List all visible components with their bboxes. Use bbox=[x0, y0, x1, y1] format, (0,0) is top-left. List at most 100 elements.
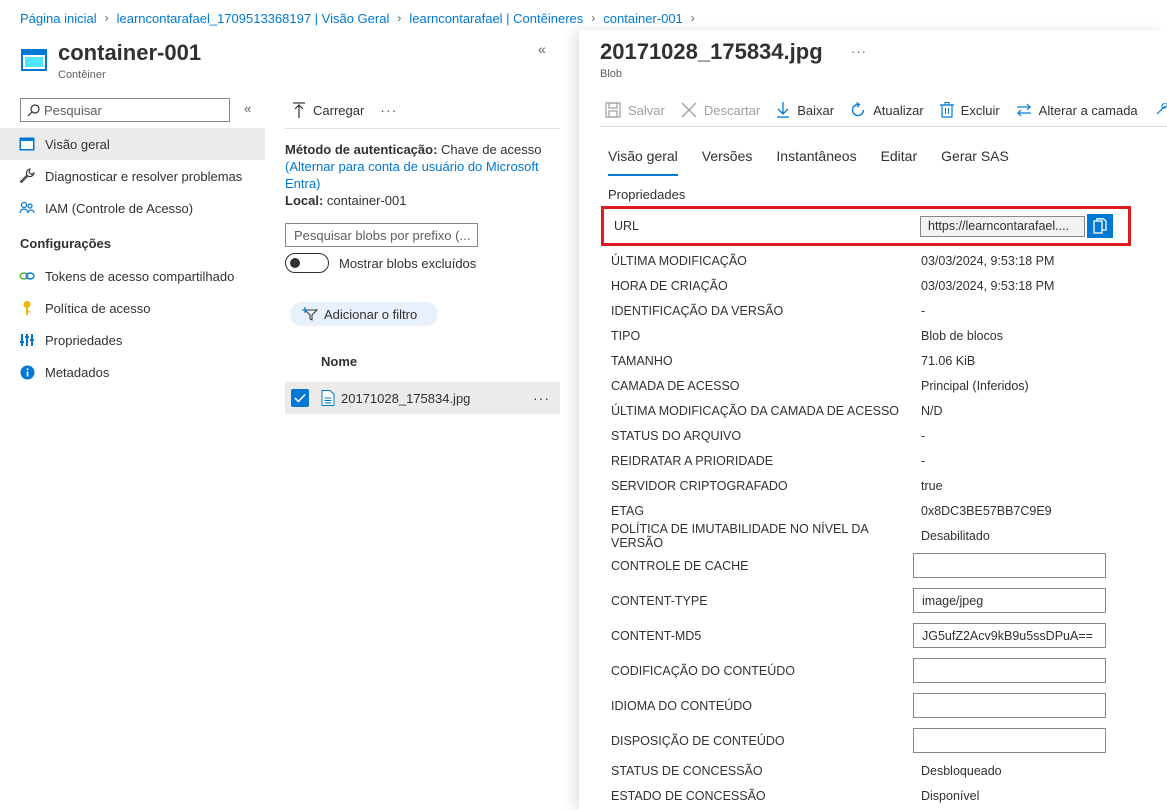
download-button[interactable]: Baixar bbox=[776, 102, 834, 118]
collapse-panel-icon[interactable]: « bbox=[538, 41, 546, 57]
property-row: CONTENT-TYPE bbox=[608, 583, 1131, 618]
blob-search-box[interactable] bbox=[285, 223, 478, 247]
property-row: CONTROLE DE CACHE bbox=[608, 548, 1131, 583]
collapse-nav-icon[interactable]: « bbox=[244, 101, 251, 116]
property-row: TIPO Blob de blocos bbox=[608, 323, 1131, 348]
property-key: CONTENT-TYPE bbox=[611, 593, 708, 608]
property-row: TAMANHO 71.06 KiB bbox=[608, 348, 1131, 373]
cache-control-input[interactable] bbox=[913, 553, 1106, 578]
add-filter-button[interactable]: Adicionar o filtro bbox=[290, 302, 438, 326]
divider bbox=[285, 128, 560, 129]
table-row[interactable]: 20171028_175834.jpg ··· bbox=[285, 382, 560, 414]
location-value: container-001 bbox=[326, 193, 407, 208]
content-language-input[interactable] bbox=[913, 693, 1106, 718]
property-key: CONTROLE DE CACHE bbox=[611, 558, 749, 573]
discard-button[interactable]: Descartar bbox=[681, 102, 760, 118]
show-deleted-toggle[interactable] bbox=[285, 253, 329, 273]
properties-icon bbox=[19, 332, 35, 348]
sidebar-section-settings: Configurações bbox=[20, 235, 112, 251]
content-type-input[interactable] bbox=[913, 588, 1106, 613]
sidebar-item-sas-tokens[interactable]: Tokens de acesso compartilhado bbox=[0, 260, 265, 292]
tab-generate-sas[interactable]: Gerar SAS bbox=[941, 148, 1009, 176]
refresh-icon bbox=[851, 102, 865, 117]
sidebar-item-overview[interactable]: Visão geral bbox=[0, 128, 265, 160]
blob-more-icon[interactable]: ··· bbox=[851, 44, 867, 59]
property-value: Blob de blocos bbox=[921, 328, 1004, 343]
tab-versions[interactable]: Versões bbox=[702, 148, 753, 176]
tab-snapshots[interactable]: Instantâneos bbox=[776, 148, 856, 176]
property-value: - bbox=[921, 428, 926, 443]
chevron-right-icon: › bbox=[104, 11, 109, 25]
upload-icon bbox=[293, 102, 305, 118]
filter-icon bbox=[302, 307, 318, 321]
container-nav-panel: container-001 Contêiner « Visão geral Di… bbox=[0, 30, 280, 810]
property-key: STATUS DE CONCESSÃO bbox=[611, 763, 763, 778]
save-button[interactable]: Salvar bbox=[605, 102, 665, 118]
sidebar-item-iam[interactable]: IAM (Controle de Acesso) bbox=[0, 192, 265, 224]
property-row: IDENTIFICAÇÃO DA VERSÃO - bbox=[608, 298, 1131, 323]
sidebar-nav: Visão geral Diagnosticar e resolver prob… bbox=[0, 128, 265, 388]
save-label: Salvar bbox=[628, 102, 665, 118]
switch-auth-link[interactable]: (Alternar para conta de usuário do Micro… bbox=[285, 159, 539, 191]
checkmark-icon bbox=[294, 393, 306, 403]
property-row: DISPOSIÇÃO DE CONTEÚDO bbox=[608, 723, 1131, 758]
delete-button[interactable]: Excluir bbox=[939, 102, 1000, 118]
property-key: IDENTIFICAÇÃO DA VERSÃO bbox=[611, 303, 784, 318]
file-icon bbox=[321, 390, 335, 406]
link-icon bbox=[19, 268, 35, 284]
tab-overview[interactable]: Visão geral bbox=[608, 148, 678, 176]
sidebar-search-box[interactable] bbox=[20, 98, 230, 122]
breadcrumb-storage-account[interactable]: learncontarafael_1709513368197 | Visão G… bbox=[117, 11, 390, 26]
location-label: Local: bbox=[285, 193, 324, 208]
chevron-right-icon: › bbox=[690, 11, 695, 25]
link-button[interactable] bbox=[1154, 103, 1167, 117]
sidebar-item-label: IAM (Controle de Acesso) bbox=[45, 200, 194, 216]
property-key: TAMANHO bbox=[611, 353, 673, 368]
chevron-right-icon: › bbox=[397, 11, 402, 25]
row-checkbox[interactable] bbox=[291, 389, 309, 407]
copy-url-button[interactable] bbox=[1087, 214, 1113, 238]
sidebar-item-label: Tokens de acesso compartilhado bbox=[45, 268, 235, 284]
property-key: CODIFICAÇÃO DO CONTEÚDO bbox=[611, 663, 796, 678]
blob-prefix-search-input[interactable] bbox=[294, 227, 474, 243]
column-header-name[interactable]: Nome bbox=[285, 354, 560, 374]
copy-icon bbox=[1093, 218, 1107, 234]
sidebar-item-diagnose[interactable]: Diagnosticar e resolver problemas bbox=[0, 160, 265, 192]
chevron-right-icon: › bbox=[591, 11, 596, 25]
properties-heading: Propriedades bbox=[608, 187, 686, 202]
sidebar-search-input[interactable] bbox=[44, 102, 214, 118]
property-value: 71.06 KiB bbox=[921, 353, 976, 368]
sidebar-item-label: Política de acesso bbox=[45, 300, 151, 316]
content-encoding-input[interactable] bbox=[913, 658, 1106, 683]
url-field[interactable]: https://learncontarafael.... bbox=[920, 215, 1085, 237]
link-icon bbox=[1156, 103, 1167, 115]
property-row: IDIOMA DO CONTEÚDO bbox=[608, 688, 1131, 723]
change-tier-button[interactable]: Alterar a camada bbox=[1016, 103, 1138, 118]
container-header: container-001 Contêiner bbox=[20, 40, 201, 81]
property-value: 03/03/2024, 9:53:18 PM bbox=[921, 253, 1055, 268]
page-title: container-001 bbox=[58, 40, 202, 65]
upload-button[interactable]: Carregar bbox=[293, 102, 364, 118]
content-md5-input[interactable] bbox=[913, 623, 1106, 648]
discard-label: Descartar bbox=[703, 102, 761, 118]
file-name[interactable]: 20171028_175834.jpg bbox=[341, 391, 533, 406]
add-filter-label: Adicionar o filtro bbox=[324, 306, 418, 322]
breadcrumb-container[interactable]: container-001 bbox=[603, 11, 683, 26]
sidebar-item-properties[interactable]: Propriedades bbox=[0, 324, 265, 356]
breadcrumb-home[interactable]: Página inicial bbox=[20, 11, 97, 26]
tab-edit[interactable]: Editar bbox=[881, 148, 918, 176]
show-deleted-row: Mostrar blobs excluídos bbox=[285, 253, 560, 273]
sidebar-item-access-policy[interactable]: Política de acesso bbox=[0, 292, 265, 324]
upload-label: Carregar bbox=[313, 102, 365, 118]
sidebar-item-metadata[interactable]: Metadados bbox=[0, 356, 265, 388]
breadcrumb-containers[interactable]: learncontarafael | Contêineres bbox=[409, 11, 583, 26]
property-key: CAMADA DE ACESSO bbox=[611, 378, 740, 393]
row-more-icon[interactable]: ··· bbox=[533, 390, 550, 406]
property-value: true bbox=[921, 478, 943, 493]
content-disposition-input[interactable] bbox=[913, 728, 1106, 753]
property-key: TIPO bbox=[611, 328, 641, 343]
property-row: ÚLTIMA MODIFICAÇÃO DA CAMADA DE ACESSO N/… bbox=[608, 398, 1131, 423]
property-key: CONTENT-MD5 bbox=[611, 628, 702, 643]
refresh-button[interactable]: Atualizar bbox=[850, 102, 924, 118]
more-options-icon[interactable]: ··· bbox=[380, 102, 397, 118]
